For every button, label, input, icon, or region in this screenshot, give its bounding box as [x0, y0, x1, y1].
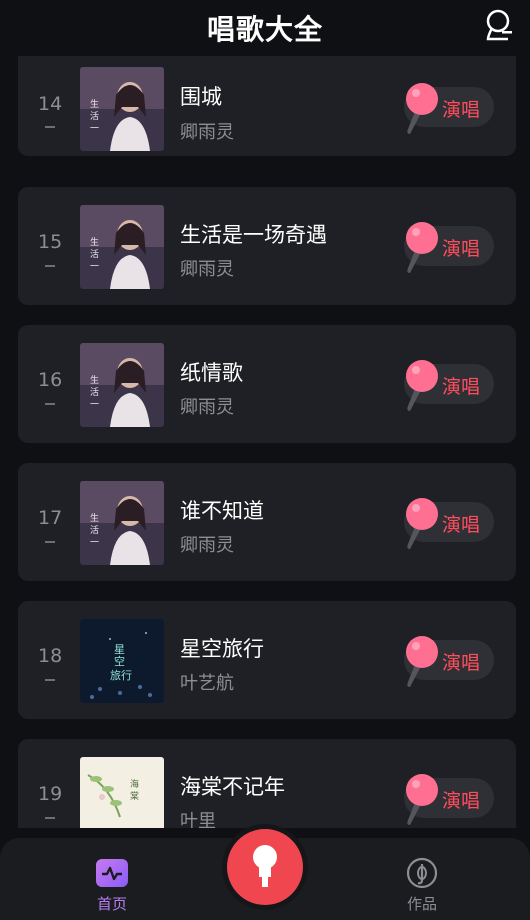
svg-text:生: 生 [90, 98, 99, 110]
svg-text:活: 活 [90, 110, 99, 122]
svg-text:旅行: 旅行 [110, 668, 132, 682]
song-card[interactable]: 16 生 活 一 纸情歌 卿雨灵 演唱 [18, 325, 516, 443]
artist-name: 叶里 [180, 811, 216, 828]
user-icon[interactable] [484, 8, 514, 42]
sing-label: 演唱 [441, 514, 480, 536]
album-cover: 星 空 旅行 [80, 619, 164, 703]
svg-text:生: 生 [90, 236, 99, 248]
svg-text:活: 活 [90, 386, 99, 398]
song-title: 纸情歌 [180, 361, 243, 385]
sing-label: 演唱 [441, 238, 480, 260]
svg-text:空: 空 [114, 654, 125, 668]
microphone-icon [406, 83, 438, 134]
sing-label: 演唱 [441, 790, 480, 812]
tab-works[interactable]: 作品 [382, 838, 462, 920]
album-cover: 生 活 一 [80, 67, 164, 151]
microphone-icon [406, 360, 438, 411]
rank-dash [45, 679, 55, 681]
tab-works-label: 作品 [406, 895, 437, 913]
rank-number: 17 [38, 507, 63, 529]
app-header: 唱歌大全 [0, 0, 530, 56]
song-list[interactable]: 14 生 活 一 围城 卿雨灵 演唱 15 生 活 一 生活是一场奇遇 卿雨灵 … [0, 0, 530, 828]
song-title: 围城 [180, 85, 222, 109]
rank-number: 15 [38, 231, 63, 253]
microphone-icon [406, 636, 438, 687]
microphone-icon [406, 498, 438, 549]
svg-text:海: 海 [130, 778, 139, 790]
song-title: 海棠不记年 [180, 775, 285, 799]
rank-dash [45, 126, 55, 128]
song-card[interactable]: 19 海 棠 海棠不记年 叶里 演唱 [18, 739, 516, 828]
center-record-wrapper [222, 824, 308, 910]
artist-name: 卿雨灵 [180, 535, 234, 556]
svg-text:活: 活 [90, 524, 99, 536]
sing-label: 演唱 [441, 99, 480, 121]
microphone-icon [406, 222, 438, 273]
sing-button[interactable]: 演唱 [404, 498, 494, 549]
song-title: 生活是一场奇遇 [180, 223, 327, 247]
artist-name: 卿雨灵 [180, 122, 234, 143]
rank-dash [45, 817, 55, 819]
svg-text:一: 一 [90, 538, 99, 548]
artist-name: 卿雨灵 [180, 259, 234, 280]
rank-number: 19 [38, 783, 63, 805]
sing-button[interactable]: 演唱 [404, 83, 494, 134]
svg-text:一: 一 [90, 124, 99, 134]
tab-home-label: 首页 [96, 895, 127, 913]
album-cover: 生 活 一 [80, 343, 164, 427]
sing-label: 演唱 [441, 376, 480, 398]
album-cover: 生 活 一 [80, 481, 164, 565]
song-card[interactable]: 15 生 活 一 生活是一场奇遇 卿雨灵 演唱 [18, 187, 516, 305]
svg-text:棠: 棠 [130, 790, 139, 802]
song-title: 星空旅行 [180, 637, 264, 661]
album-cover: 海 棠 [80, 757, 164, 828]
svg-text:生: 生 [90, 374, 99, 386]
rank-number: 18 [38, 645, 63, 667]
tab-home[interactable]: 首页 [72, 838, 152, 920]
svg-text:一: 一 [90, 262, 99, 272]
rank-number: 16 [38, 369, 63, 391]
microphone-icon [406, 774, 438, 825]
record-button[interactable] [227, 829, 303, 905]
sing-button[interactable]: 演唱 [404, 222, 494, 273]
rank-dash [45, 403, 55, 405]
song-title: 谁不知道 [180, 499, 264, 523]
svg-text:一: 一 [90, 400, 99, 410]
sing-button[interactable]: 演唱 [404, 774, 494, 825]
sing-button[interactable]: 演唱 [404, 360, 494, 411]
sing-button[interactable]: 演唱 [404, 636, 494, 687]
rank-number: 14 [38, 93, 63, 115]
song-card[interactable]: 18 星 空 旅行 星空旅行 叶艺航 演唱 [18, 601, 516, 719]
song-card[interactable]: 17 生 活 一 谁不知道 卿雨灵 演唱 [18, 463, 516, 581]
rank-dash [45, 541, 55, 543]
microphone-icon [253, 845, 277, 887]
album-cover: 生 活 一 [80, 205, 164, 289]
page-title: 唱歌大全 [206, 13, 323, 46]
artist-name: 卿雨灵 [180, 397, 234, 418]
rank-dash [45, 265, 55, 267]
sing-label: 演唱 [441, 652, 480, 674]
artist-name: 叶艺航 [180, 673, 234, 694]
svg-text:生: 生 [90, 512, 99, 524]
home-icon [96, 859, 128, 887]
svg-text:活: 活 [90, 248, 99, 260]
works-icon [406, 857, 438, 889]
